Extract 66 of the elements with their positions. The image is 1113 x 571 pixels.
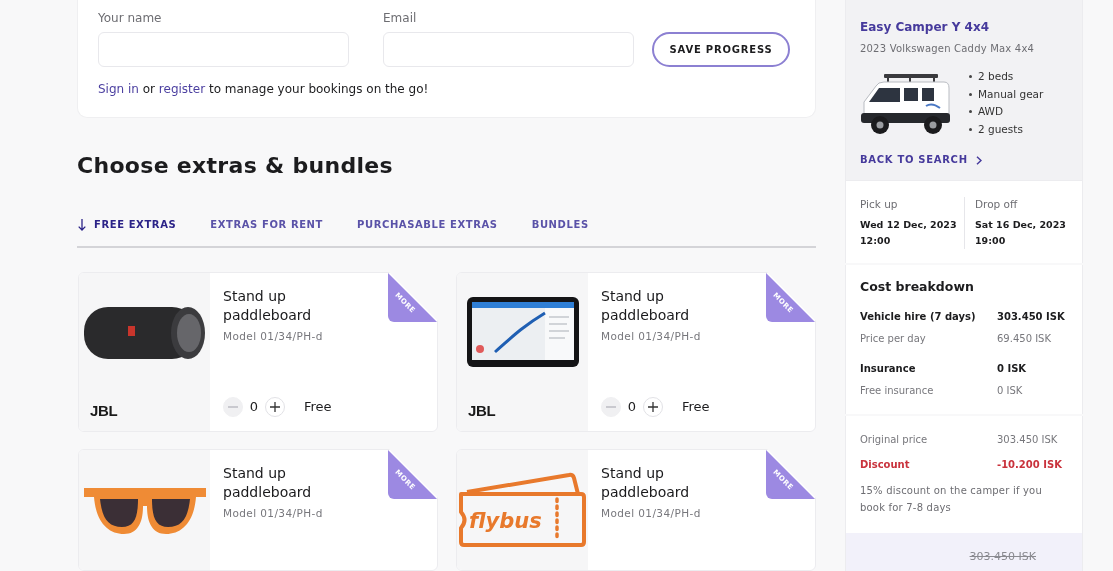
feature-text: 2 beds <box>978 69 1014 84</box>
bullet-icon <box>969 92 972 96</box>
arrow-down-icon <box>78 219 86 231</box>
cost-value: 69.450 ISK <box>997 332 1053 346</box>
increase-button[interactable] <box>265 397 285 417</box>
quantity-value: 0 <box>249 398 259 416</box>
bullet-icon <box>969 127 972 131</box>
tab[interactable]: PURCHASABLE EXTRAS <box>357 218 498 232</box>
tab[interactable]: BUNDLES <box>531 218 589 232</box>
vehicle-name: Easy Camper Y 4x4 <box>860 19 989 36</box>
model-number: Model 01/34/PH-d <box>223 329 324 343</box>
product-title: Stand up paddleboard <box>601 464 691 502</box>
plus-icon <box>648 402 658 412</box>
back-to-search-link[interactable]: BACK TO SEARCH <box>860 153 982 167</box>
product-title: Stand up paddleboard <box>223 287 313 325</box>
model-number: Model 01/34/PH-d <box>601 329 702 343</box>
ticket-brand-text: flybus <box>469 509 542 533</box>
model-number: Model 01/34/PH-d <box>223 506 324 520</box>
feature-text: AWD <box>978 104 1004 119</box>
product-title: Stand up paddleboard <box>601 287 691 325</box>
original-total-price: 303.450 ISK <box>969 550 1036 563</box>
tab[interactable]: EXTRAS FOR RENT <box>210 218 323 232</box>
cost-label: Free insurance <box>860 384 935 398</box>
trip-time: 19:00 <box>975 234 1007 248</box>
vehicle-model: 2023 Volkswagen Caddy Max 4x4 <box>860 42 1035 56</box>
panel-title: Cost breakdown <box>860 278 975 296</box>
plus-icon <box>270 402 280 412</box>
minus-icon <box>606 406 616 408</box>
trip-time: 12:00 <box>860 234 892 248</box>
minus-icon <box>228 406 238 408</box>
product-title: Stand up paddleboard <box>223 464 313 502</box>
price-label: Free <box>682 398 710 416</box>
brand-logo: JBL <box>468 402 496 420</box>
bullet-icon <box>969 110 972 114</box>
save-progress-button[interactable]: SAVE PROGRESS <box>652 32 790 67</box>
chevron-right-icon <box>975 155 982 165</box>
cost-value: 0 ISK <box>997 384 1024 398</box>
model-number: Model 01/34/PH-d <box>601 506 702 520</box>
bullet-icon <box>969 75 972 79</box>
cost-label: Discount <box>860 458 911 472</box>
increase-button[interactable] <box>643 397 663 417</box>
cost-value: -10.200 ISK <box>997 458 1063 472</box>
field-label: Your name <box>98 10 163 26</box>
cost-label: Price per day <box>860 332 927 346</box>
section-heading: Choose extras & bundles <box>77 152 394 180</box>
cost-label: Original price <box>860 433 929 447</box>
cost-value: 0 ISK <box>997 362 1028 376</box>
feature-text: Manual gear <box>978 86 1044 102</box>
discount-note: 15% discount on the camper if you book for 7-8 days <box>860 484 1043 515</box>
register-link[interactable]: register <box>158 82 206 96</box>
trip-date: Wed 12 Dec, 2023 <box>860 218 958 232</box>
quantity-value: 0 <box>627 398 637 416</box>
feature-text: 2 guests <box>978 121 1023 137</box>
account-prompt: Sign in or register to manage your bookings on the go! <box>98 81 430 97</box>
trip-label: Pick up <box>860 197 899 211</box>
field-label: Email <box>383 10 418 26</box>
cost-label: Vehicle hire (7 days) <box>860 310 977 324</box>
cost-value: 303.450 ISK <box>997 310 1066 324</box>
trip-label: Drop off <box>975 197 1019 211</box>
brand-logo: JBL <box>90 402 118 420</box>
cost-label: Insurance <box>860 362 917 376</box>
trip-date: Sat 16 Dec, 2023 <box>975 218 1067 232</box>
tab[interactable]: FREE EXTRAS <box>78 218 177 232</box>
sign-in-link[interactable]: Sign in <box>98 82 139 96</box>
cost-value: 303.450 ISK <box>997 433 1059 447</box>
price-label: Free <box>304 398 332 416</box>
